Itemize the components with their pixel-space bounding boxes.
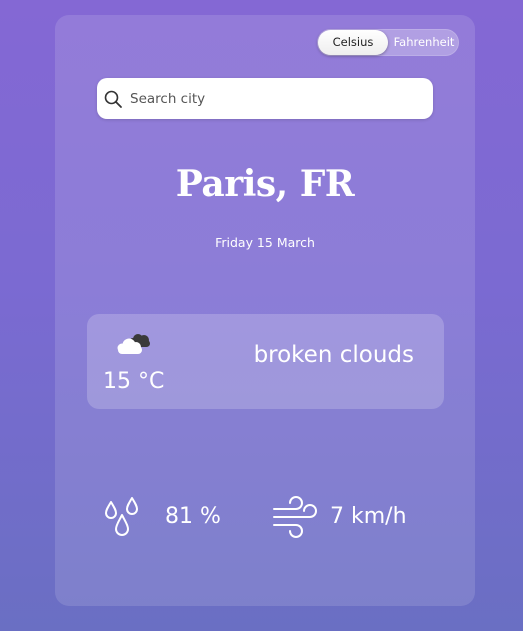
search-bar[interactable] — [97, 78, 433, 119]
wind-stat: 7 km/h — [272, 495, 442, 541]
broken-clouds-icon — [114, 329, 152, 357]
wind-value: 7 km/h — [330, 504, 407, 529]
city-title: Paris, FR — [175, 163, 355, 205]
celsius-option[interactable]: Celsius — [318, 30, 388, 55]
unit-toggle[interactable]: Celsius Fahrenheit — [317, 29, 459, 56]
search-icon[interactable] — [103, 89, 123, 109]
weather-card: Celsius Fahrenheit Paris, FR Friday 15 M… — [55, 15, 475, 606]
current-weather-panel: 15 °C broken clouds — [87, 314, 444, 409]
humidity-value: 81 % — [165, 504, 221, 529]
fahrenheit-option[interactable]: Fahrenheit — [389, 29, 459, 56]
temperature-value: 15 °C — [103, 369, 165, 394]
search-input[interactable] — [130, 78, 420, 119]
current-date: Friday 15 March — [215, 235, 315, 250]
humidity-stat: 81 % — [103, 495, 243, 541]
weather-description: broken clouds — [253, 342, 414, 368]
